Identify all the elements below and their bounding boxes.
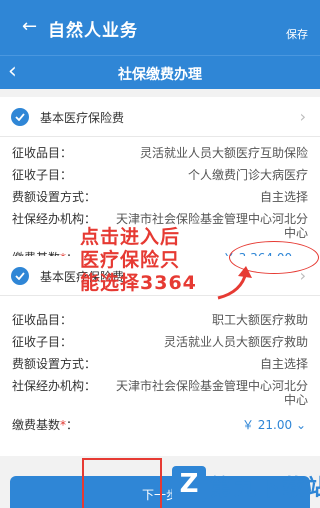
watermark-text: 第九下载站 — [210, 476, 320, 501]
row-value: 天津市社会保险基金管理中心河北分 — [115, 379, 308, 393]
row-key: 征收品目： — [12, 313, 73, 327]
back-arrow-icon[interactable]: ← — [22, 17, 37, 37]
row-value: 自主选择 — [259, 190, 308, 204]
card-title: 基本医疗保险费 — [40, 111, 125, 125]
annotation-arrow-icon — [217, 266, 252, 300]
row-key: 费额设置方式： — [12, 357, 97, 371]
row-value: 天津市社会保险基金管理中心河北分 — [115, 212, 308, 226]
annotation-line: 能选择3364 — [80, 272, 197, 294]
top-app-bar: ← 自然人业务 保存 — [0, 0, 320, 55]
row-key: 费额设置方式： — [12, 190, 97, 204]
row-value-cont: 中心 — [283, 393, 308, 407]
row-value: 灵活就业人员大额医疗互助保险 — [139, 146, 308, 160]
row-key: 社保经办机构： — [12, 212, 97, 226]
chevron-right-icon[interactable]: › — [300, 107, 306, 126]
row-value: 职工大额医疗救助 — [211, 313, 308, 327]
row-value: 灵活就业人员大额医疗救助 — [163, 335, 308, 349]
watermark-logo-icon: Z — [172, 466, 206, 502]
annotation-line: 医疗保险只 — [80, 249, 181, 271]
save-button[interactable]: 保存 — [286, 26, 308, 42]
card-header[interactable]: 基本医疗保险费 › — [0, 97, 320, 137]
page-title: 社保缴费办理 — [118, 67, 202, 83]
row-key: 缴费基数*： — [12, 416, 78, 433]
row-value-cont: 中心 — [283, 226, 308, 240]
annotation-highlight-box — [82, 458, 162, 508]
row-value: 个人缴费门诊大病医疗 — [187, 168, 308, 182]
page-header: ‹ 社保缴费办理 — [0, 55, 320, 89]
checkmark-icon[interactable] — [11, 267, 29, 285]
app-title: 自然人业务 — [48, 21, 138, 41]
row-key: 征收子目： — [12, 168, 73, 182]
annotation-line: 点击进入后 — [80, 226, 181, 248]
checkmark-icon[interactable] — [11, 108, 29, 126]
watermark: Z 第九下载站 — [172, 462, 320, 508]
base-amount-select[interactable]: ￥ 21.00 ⌄ — [242, 416, 306, 433]
row-key: 征收子目： — [12, 335, 73, 349]
row-key: 征收品目： — [12, 146, 73, 160]
row-key: 社保经办机构： — [12, 379, 97, 393]
row-value: 自主选择 — [259, 357, 308, 371]
chevron-down-icon: ⌄ — [295, 418, 306, 432]
annotation-text: 点击进入后 医疗保险只 能选择3364 — [80, 226, 197, 295]
amount-value: ￥ 21.00 — [241, 418, 293, 432]
row-key-text: 缴费基数 — [12, 418, 61, 432]
row-key-colon: ： — [66, 418, 79, 432]
